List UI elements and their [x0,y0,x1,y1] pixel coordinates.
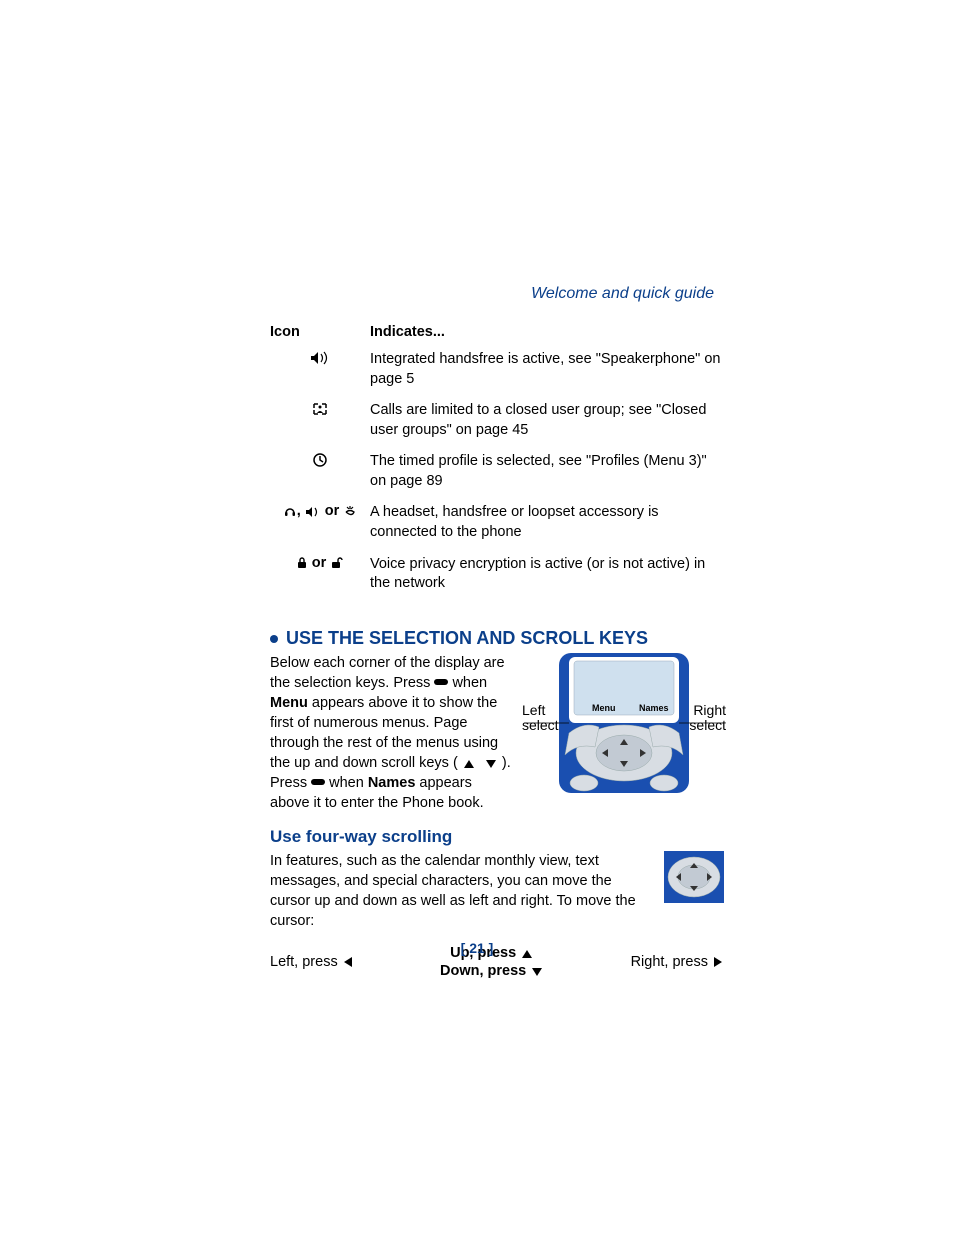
headset-icon [283,504,297,518]
speaker-icon [310,351,330,365]
clock-icon [312,452,328,468]
dpad-figure [664,851,724,907]
down-arrow-icon [486,760,496,768]
loopset-icon [343,504,357,518]
table-row: Calls are limited to a closed user group… [270,395,724,446]
section2-paragraph: In features, such as the calendar monthl… [270,851,652,931]
closed-group-icon [312,402,328,416]
table-row: , or A headset, handsfree or loopset acc… [270,497,724,548]
desc-privacy: Voice privacy encryption is active (or i… [370,549,724,600]
dir-right: Right, press [631,954,724,970]
right-arrow-icon [714,957,722,967]
bullet-icon [270,635,278,643]
screen-menu-label: Menu [592,703,616,713]
table-row: or Voice privacy encryption is active (o… [270,549,724,600]
left-arrow-icon [344,957,352,967]
desc-clock: The timed profile is selected, see "Prof… [370,446,724,497]
soft-key-icon [434,679,448,685]
dir-down: Down, press [440,963,544,979]
soft-key-icon [311,779,325,785]
left-select-label-1: Left [522,703,559,718]
right-select-label-2: select [689,718,726,733]
screen-names-label: Names [639,703,669,713]
dir-left: Left, press [270,954,354,970]
desc-accessory: A headset, handsfree or loopset accessor… [370,497,724,548]
right-select-label-1: Right [689,703,726,718]
desc-speaker: Integrated handsfree is active, see "Spe… [370,344,724,395]
left-select-label-2: select [522,718,559,733]
subsection-heading: Use four-way scrolling [270,827,724,847]
sep-or: or [321,503,344,519]
down-arrow-icon [532,968,542,976]
handsfree-icon [305,506,321,518]
table-row: Integrated handsfree is active, see "Spe… [270,344,724,395]
unlock-icon [330,556,344,570]
section-heading: USE THE SELECTION AND SCROLL KEYS [270,628,724,649]
th-icon: Icon [270,320,370,344]
th-indicates: Indicates... [370,320,724,344]
desc-cug: Calls are limited to a closed user group… [370,395,724,446]
section1-paragraph: Below each corner of the display are the… [270,653,514,813]
up-arrow-icon [464,760,474,768]
lock-icon [296,556,308,570]
table-row: The timed profile is selected, see "Prof… [270,446,724,497]
sep-comma: , [297,503,305,519]
icon-table: Icon Indicates... Integrated handsfree i… [270,320,724,600]
running-header: Welcome and quick guide [531,285,714,303]
sep-or-2: or [308,555,331,571]
page-number: [ 21 ] [0,940,954,956]
phone-figure: Menu Names Left se [524,653,724,813]
